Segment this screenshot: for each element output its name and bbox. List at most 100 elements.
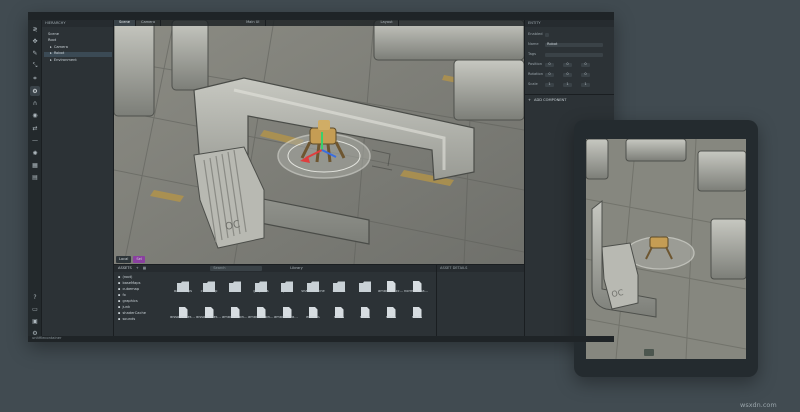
crop-tool-icon[interactable]: ⌗ <box>30 74 40 84</box>
viewport-chip[interactable]: Local <box>116 256 132 263</box>
vector-input[interactable]: 1 <box>545 82 554 87</box>
hierarchy-item-label: Environment <box>53 57 77 62</box>
enabled-checkbox[interactable] <box>545 32 549 37</box>
entity-icon: ▸ <box>50 51 52 56</box>
asset-item[interactable]: ambientCont... <box>248 303 274 320</box>
vector-input[interactable]: 0 <box>563 72 572 77</box>
vector-input[interactable]: 0 <box>563 62 572 67</box>
console-icon[interactable]: ▭ <box>30 304 40 314</box>
hierarchy-title: HIERARCHY <box>45 20 66 25</box>
entity-icon: ▸ <box>50 57 52 62</box>
asset-item[interactable]: baseMaps <box>170 277 196 294</box>
asset-item[interactable]: normalsAsse... <box>404 277 430 294</box>
viewport-chip[interactable]: Sel <box>133 256 145 263</box>
scale-tool-icon[interactable]: ⤡ <box>30 61 40 71</box>
hierarchy-item[interactable]: Scene <box>46 32 59 37</box>
folder-icon: ▪ <box>118 281 121 286</box>
hierarchy-item[interactable]: ▸ Environment <box>50 58 77 63</box>
asset-label: baseMaps <box>173 290 193 293</box>
layers-tool-icon[interactable]: ▤ <box>30 173 40 183</box>
file-icon <box>411 277 423 292</box>
vector-input[interactable]: 1 <box>563 82 572 87</box>
tags-input[interactable] <box>545 52 603 57</box>
file-icon <box>255 303 267 318</box>
hierarchy-item-label: Camera <box>53 44 68 49</box>
refresh-tool-icon[interactable]: ⇄ <box>30 123 40 133</box>
asset-details-header: ASSET DETAILS <box>437 265 524 272</box>
asset-search-placeholder: Search <box>213 265 226 270</box>
vector-input[interactable]: 0 <box>545 62 554 67</box>
asset-item[interactable]: shaderCache <box>300 277 326 294</box>
asset-item[interactable]: emmPS <box>300 303 326 320</box>
asset-item[interactable]: dissolveMeta... <box>170 303 196 320</box>
folder-icon <box>333 277 345 292</box>
asset-label: cubemap <box>200 290 218 293</box>
asset-item[interactable]: sounds <box>326 277 352 294</box>
asset-item[interactable]: ambientCont... <box>222 303 248 320</box>
inspector-row: Tags <box>528 52 603 57</box>
asset-item[interactable]: ambientTransp... <box>274 303 300 320</box>
vector-input[interactable]: 1 <box>581 82 590 87</box>
hierarchy-item[interactable]: Root <box>46 39 56 44</box>
grid-view-icon[interactable]: ▦ <box>143 266 146 271</box>
settings-tool-icon[interactable]: ⚙ <box>30 86 40 96</box>
asset-item[interactable]: cubemap <box>196 277 222 294</box>
asset-item[interactable]: fx <box>222 277 248 294</box>
library-button[interactable]: Library <box>290 266 303 271</box>
hierarchy-item-label: Scene <box>48 31 59 36</box>
inspector-divider <box>525 94 614 95</box>
pin-tool-icon[interactable]: — <box>30 136 40 146</box>
viewport-tab[interactable]: Camera <box>136 20 162 26</box>
asset-label: ambientCont... <box>248 316 274 319</box>
asset-item[interactable]: flatPS <box>326 303 352 320</box>
magnet-tool-icon[interactable]: ∩ <box>30 98 40 108</box>
asset-label: flatPS <box>411 316 423 319</box>
asset-tree-label: junk <box>122 305 131 310</box>
asset-tree-label: cubemap <box>122 287 140 292</box>
file-icon <box>411 303 423 318</box>
asset-item[interactable]: ui <box>352 277 378 294</box>
viewport-tab[interactable]: Scene <box>114 20 136 26</box>
folder-icon <box>359 277 371 292</box>
monitor-icon[interactable]: ▣ <box>30 316 40 326</box>
scene-viewport[interactable]: OC <box>114 20 524 264</box>
inspector-label: Name <box>528 41 539 46</box>
asset-label: dissolveMeta... <box>170 316 196 319</box>
asset-item[interactable]: ambientOccl... <box>378 277 404 294</box>
vector-input[interactable]: 0 <box>545 72 554 77</box>
assets-header: ASSETS + ▦ Search Library <box>114 265 436 272</box>
eye-tool-icon[interactable]: ◉ <box>30 111 40 121</box>
asset-item[interactable]: graphics <box>248 277 274 294</box>
hierarchy-item[interactable]: ▸ Camera <box>50 45 68 50</box>
inspector-title: ENTITY <box>528 20 541 25</box>
help-icon[interactable]: ? <box>30 292 40 302</box>
viewport-tab[interactable]: Main UI <box>241 20 266 26</box>
asset-tree-label: (root) <box>122 275 133 280</box>
add-component-button[interactable]: + ADD COMPONENT <box>528 98 566 103</box>
logo-icon[interactable]: ≷ <box>30 24 40 34</box>
name-input[interactable]: Robot <box>545 42 603 47</box>
asset-item[interactable]: flatPS <box>404 303 430 320</box>
grid-tool-icon[interactable]: ▦ <box>30 160 40 170</box>
asset-item[interactable]: flatPS <box>352 303 378 320</box>
sun-tool-icon[interactable]: ✺ <box>30 148 40 158</box>
vector-input[interactable]: 0 <box>581 72 590 77</box>
pen-tool-icon[interactable]: ✎ <box>30 49 40 59</box>
tool-bar: ≷ ✥ ✎ ⤡ ⌗ ⚙ ∩ ◉ ⇄ — ✺ ▦ ▤? ▭ ▣ ⚙ <box>28 20 42 342</box>
asset-item[interactable]: dissolveMeta... <box>196 303 222 320</box>
asset-label: ambientOccl... <box>378 290 404 293</box>
viewport-tab[interactable]: Layout <box>376 20 399 26</box>
asset-search-input[interactable]: Search <box>210 265 263 271</box>
vector-input[interactable]: 0 <box>581 62 590 67</box>
asset-item[interactable]: flatPS <box>378 303 404 320</box>
hierarchy-item[interactable]: ▸ Robot <box>44 51 112 57</box>
viewport-tabs: Scene Camera Main UI Layout <box>114 20 524 26</box>
asset-label: flatPS <box>385 316 397 319</box>
asset-tree-item[interactable]: ▪ sounds <box>116 317 166 323</box>
viewport-bottom-controls: Local Sel <box>116 256 145 263</box>
new-asset-button[interactable]: + <box>136 266 139 271</box>
asset-item[interactable]: junk <box>274 277 300 294</box>
tablet-preview[interactable]: OC <box>586 139 746 359</box>
file-icon <box>359 303 371 318</box>
move-tool-icon[interactable]: ✥ <box>30 36 40 46</box>
